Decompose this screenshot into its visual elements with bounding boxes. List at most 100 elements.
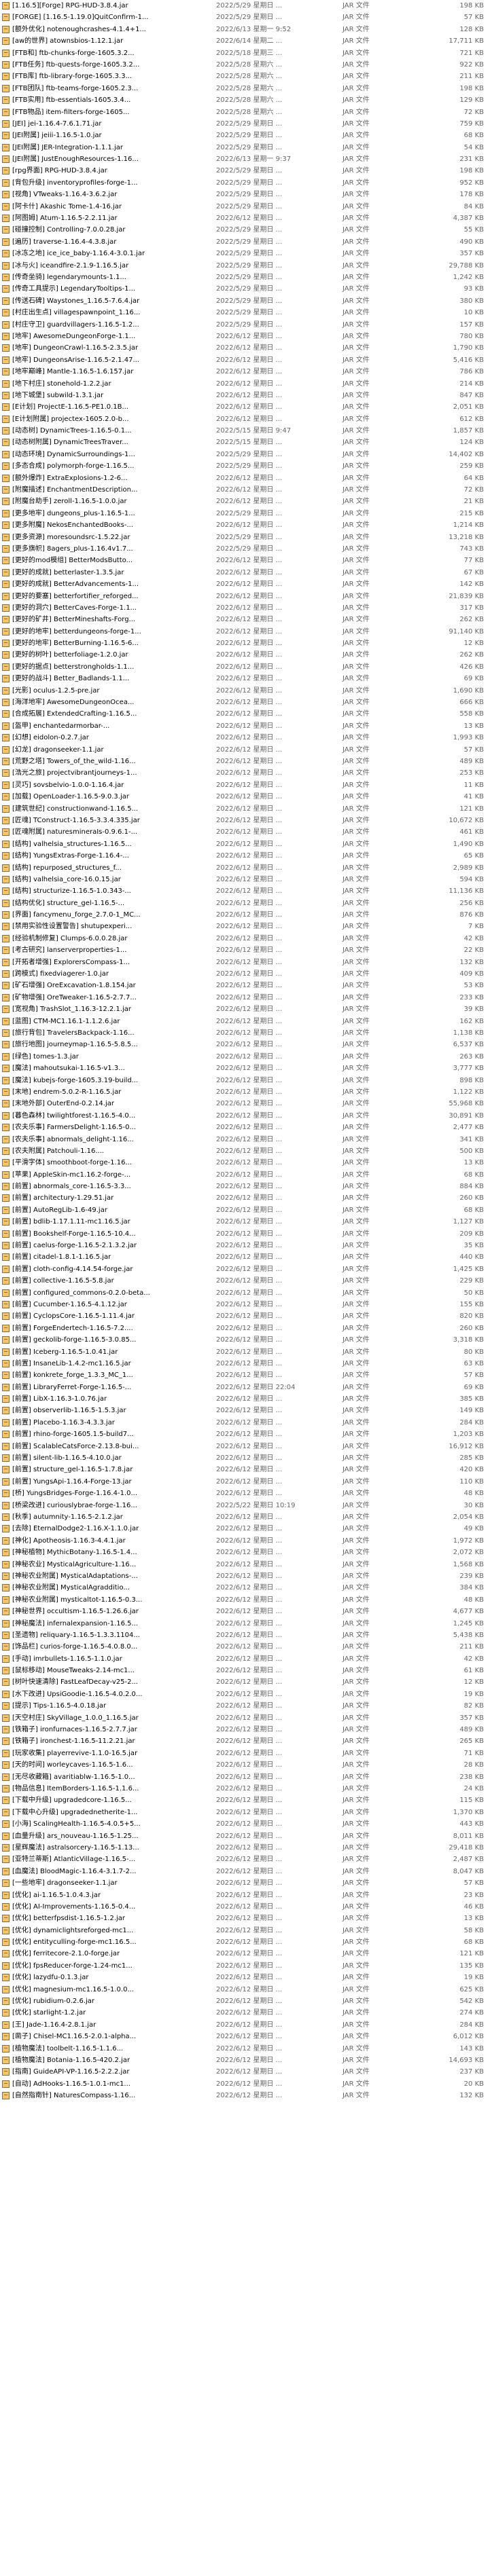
file-row[interactable]: [开拓者增强] ExplorersCompass-1... 2022/6/12 星… bbox=[0, 957, 492, 968]
file-row[interactable]: [神秘魔法] infernalexpansion-1.16.5... 2022/6… bbox=[0, 1618, 492, 1630]
file-row[interactable]: [神秘农业附属] mysticaltot-1.16.5-0.3... 2022/6… bbox=[0, 1594, 492, 1606]
file-row[interactable]: [玩家收集] playerrevive-1.1.0-16.5.jar 2022/6… bbox=[0, 1748, 492, 1759]
file-row[interactable]: [提示] Tips-1.16.5-4.0.18.jar 2022/6/12 星期日… bbox=[0, 1700, 492, 1712]
file-row[interactable]: [JEI] jei-1.16.4-7.6.1.71.jar 2022/5/29 星… bbox=[0, 118, 492, 130]
file-row[interactable]: [前置] Iceberg-1.16.5-1.0.41.jar 2022/6/12 … bbox=[0, 1346, 492, 1358]
file-row[interactable]: [魔法] kubejs-forge-1605.3.19-build... 2022… bbox=[0, 1075, 492, 1086]
file-row[interactable]: [额外优化] notenoughcrashes-4.1.4+1... 2022/6… bbox=[0, 24, 492, 35]
file-row[interactable]: [匠魂附属] naturesmineraIs-0.9.6.1-... 2022/6… bbox=[0, 826, 492, 838]
file-row[interactable]: [视角] VTweaks-1.16.4-3.6.2.jar 2022/5/29 星… bbox=[0, 189, 492, 200]
file-row[interactable]: [额外爆炸] ExtraExplosions-1.2-6... 2022/6/12… bbox=[0, 473, 492, 484]
file-row[interactable]: [结构] repurposed_structures_f... 2022/6/12… bbox=[0, 862, 492, 874]
file-row[interactable]: [背包升级] inventoryprofiles-forge-1... 2022/… bbox=[0, 177, 492, 189]
file-row[interactable]: [铁箱子] ironchest-1.16.5-11.2.21.jar 2022/6… bbox=[0, 1735, 492, 1747]
file-row[interactable]: [更好的据点] betterstrongholds-1.1... 2022/6/1… bbox=[0, 661, 492, 673]
file-row[interactable]: [前置] ForgeEndertech-1.16.5-7.2.... 2022/6… bbox=[0, 1323, 492, 1334]
file-row[interactable]: [FTB实用] ftb-essentials-1605.3.4... 2022/5… bbox=[0, 94, 492, 106]
file-row[interactable]: [结构] valhelsia_structures-1.16.5... 2022/… bbox=[0, 839, 492, 850]
file-row[interactable]: [动态树] DynamicTrees-1.16.5-0.1... 2022/5/1… bbox=[0, 425, 492, 437]
file-row[interactable]: [匠魂] TConstruct-1.16.5-3.3.4.335.jar 2022… bbox=[0, 815, 492, 826]
file-row[interactable]: [亚特兰蒂斯] AtlanticVillage-1.16.5-... 2022/6… bbox=[0, 1854, 492, 1865]
file-row[interactable]: [前置] AutoRegLib-1.6-49.jar 2022/6/12 星期日 … bbox=[0, 1204, 492, 1216]
file-row[interactable]: [优化] ferritecore-2.1.0-forge.jar 2022/6/1… bbox=[0, 1948, 492, 1959]
file-row[interactable]: [冰冻之地] ice_ice_baby-1.16.4-3.0.1.jar 2022… bbox=[0, 248, 492, 259]
file-row[interactable]: [自然指南针] NaturesCompass-1.16... 2022/6/12 … bbox=[0, 2090, 492, 2101]
file-row[interactable]: [王] Jade-1.16.4-2.8.1.jar 2022/6/12 星期日 .… bbox=[0, 2019, 492, 2031]
file-row[interactable]: [下载中心升级] upgradednetherite-1... 2022/6/12… bbox=[0, 1807, 492, 1818]
file-row[interactable]: [蓝图] CTM-MC1.16.1-1.1.2.6.jar 2022/6/12 星… bbox=[0, 1016, 492, 1027]
file-row[interactable]: [冰与火] iceandfire-2.1.9-1.16.5.jar 2022/5/… bbox=[0, 260, 492, 272]
file-row[interactable]: [圣遗物] reliquary-1.16.5-1.3.3.1104... 2022… bbox=[0, 1630, 492, 1641]
file-row[interactable]: [更好的成就] BetterAdvancements-1... 2022/6/12… bbox=[0, 578, 492, 590]
file-row[interactable]: [加载] OpenLoader-1.16.5-9.0.3.jar 2022/6/1… bbox=[0, 791, 492, 803]
file-row[interactable]: [FTB和] ftb-chunks-forge-1605.3.2... 2022/… bbox=[0, 48, 492, 59]
file-row[interactable]: [rpg界面] RPG-HUD-3.8.4.jar 2022/5/29 星期日 .… bbox=[0, 165, 492, 177]
file-row[interactable]: [结构] structurize-1.16.5-1.0.343-... 2022/… bbox=[0, 885, 492, 897]
file-row[interactable]: [村庄出生点] villagespawnpoint_1.16... 2022/5/… bbox=[0, 307, 492, 318]
file-row[interactable]: [农夫附属] Patchouli-1.16.... 2022/6/12 星期日 .… bbox=[0, 1145, 492, 1157]
file-row[interactable]: [E计划] ProjectE-1.16.5-PE1.0.1B... 2022/6/… bbox=[0, 401, 492, 413]
file-row[interactable]: [前置] configured_commons-0.2.0-beta... 202… bbox=[0, 1287, 492, 1299]
file-row[interactable]: [附魔描述] EnchantmentDescription... 2022/6/1… bbox=[0, 484, 492, 496]
file-row[interactable]: [禁用实验性设置警告] shutupexperi... 2022/6/12 星期日… bbox=[0, 921, 492, 932]
file-row[interactable]: [界面] fancymenu_forge_2.7.0-1_MC... 2022/6… bbox=[0, 909, 492, 921]
file-row[interactable]: [前置] bdlib-1.17.1.11-mc1.16.5.jar 2022/6/… bbox=[0, 1216, 492, 1228]
file-row[interactable]: [浩光之旅] projectvibrantjourneys-1... 2022/6… bbox=[0, 767, 492, 779]
file-row[interactable]: [树叶快速清除] FastLeafDecay-v25-2... 2022/6/12… bbox=[0, 1676, 492, 1688]
file-row[interactable]: [前置] LibraryFerret-Forge-1.16.5-... 2022/… bbox=[0, 1382, 492, 1393]
file-row[interactable]: [荒野之塔] Towers_of_the_wild-1.16... 2022/6/… bbox=[0, 756, 492, 767]
file-row[interactable]: [自动] AdHooks-1.16.5-1.0.1-mc1... 2022/6/1… bbox=[0, 2078, 492, 2090]
file-row[interactable]: [合成拓展] ExtendedCrafting-1.16.5... 2022/6/… bbox=[0, 708, 492, 720]
file-row[interactable]: [JEI附属] JustEnoughResources-1.16... 2022/… bbox=[0, 153, 492, 165]
file-row[interactable]: [优化] ai-1.16.5-1.0.4.3.jar 2022/6/12 星期日 … bbox=[0, 1890, 492, 1901]
file-row[interactable]: [神秘农业附属] MysticalAdaptations-... 2022/6/1… bbox=[0, 1570, 492, 1582]
file-row[interactable]: [神秘世界] occultism-1.16.5-1.26.6.jar 2022/6… bbox=[0, 1606, 492, 1617]
file-row[interactable]: [前置] collective-1.16.5-5.8.jar 2022/6/12 … bbox=[0, 1275, 492, 1287]
file-row[interactable]: [矿物增强] OreTweaker-1.16.5-2.7.7... 2022/6/… bbox=[0, 992, 492, 1004]
file-row[interactable]: [结构] valhelsia_core-16.0.15.jar 2022/6/12… bbox=[0, 874, 492, 885]
file-row[interactable]: [优化] AI-Improvements-1.16.5-0.4... 2022/6… bbox=[0, 1901, 492, 1913]
file-row[interactable]: [更好的要塞] betterfortifier_reforged... 2022/… bbox=[0, 591, 492, 602]
file-row[interactable]: [农夫乐事] FarmersDelight-1.16.5-0... 2022/6/… bbox=[0, 1122, 492, 1133]
file-row[interactable]: [桥] YungsBridges-Forge-1.16.4-1.0... 2022… bbox=[0, 1488, 492, 1499]
file-row[interactable]: [宽视角] TrashSlot_1.16.3-12.2.1.jar 2022/6/… bbox=[0, 1004, 492, 1015]
file-row[interactable]: [传奇工具提示] LegendaryTooltips-1... 2022/5/29… bbox=[0, 283, 492, 295]
file-row[interactable]: [更好的战斗] Better_Badlands-1.1... 2022/6/12 … bbox=[0, 673, 492, 684]
file-row[interactable]: [灵巧] sovsbelvio-1.0.0-1.16.4.jar 2022/6/1… bbox=[0, 779, 492, 791]
file-row[interactable]: [前置] citadel-1.8.1-1.16.5.jar 2022/6/12 星… bbox=[0, 1251, 492, 1263]
file-row[interactable]: [去除] EternalDodge2-1.16.X-1.1.0.jar 2022/… bbox=[0, 1523, 492, 1534]
file-row[interactable]: [前置] rhino-forge-1605.1.5-build7... 2022/… bbox=[0, 1429, 492, 1440]
file-row[interactable]: [碰撞控制] Controlling-7.0.0.28.jar 2022/5/29… bbox=[0, 224, 492, 236]
file-row[interactable]: [传奇坐骑] legendarymounts-1.1... 2022/5/29 星… bbox=[0, 272, 492, 283]
file-row[interactable]: [农夫乐事] abnormals_delight-1.16... 2022/6/1… bbox=[0, 1134, 492, 1145]
file-row[interactable]: [阿卡什] Akashic Tome-1.4-16.jar 2022/5/29 星… bbox=[0, 201, 492, 213]
file-row[interactable]: [前置] cloth-config-4.14.54-forge.jar 2022/… bbox=[0, 1264, 492, 1275]
file-row[interactable]: [饰品栏] curios-forge-1.16.5-4.0.8.0... 2022… bbox=[0, 1641, 492, 1653]
file-row[interactable]: [FTB物品] item-filters-forge-1605... 2022/5… bbox=[0, 107, 492, 118]
file-row[interactable]: [绿色] tomes-1.3.jar 2022/6/12 星期日 ... JAR 文… bbox=[0, 1051, 492, 1063]
file-row[interactable]: [前置] InsaneLib-1.4.2-mc1.16.5.jar 2022/6/… bbox=[0, 1358, 492, 1369]
file-row[interactable]: [平滑字体] smoothboot-forge-1.16... 2022/6/12… bbox=[0, 1157, 492, 1169]
file-row[interactable]: [优化] rubidium-0.2.6.jar 2022/6/12 星期日 ...… bbox=[0, 1995, 492, 2007]
file-row[interactable]: [凿子] Chisel-MC1.16.5-2.0.1-alpha... 2022/… bbox=[0, 2031, 492, 2042]
file-row[interactable]: [多态合成] polymorph-forge-1.16.5... 2022/5/2… bbox=[0, 460, 492, 472]
file-row[interactable]: [前置] observerlib-1.16.5-1.5.3.jar 2022/6/… bbox=[0, 1405, 492, 1416]
file-row[interactable]: [手动] imrbullets-1.16.5-1.1.0.jar 2022/6/1… bbox=[0, 1653, 492, 1665]
file-row[interactable]: [地牢] DungeonCrawl-1.16.5-2.3.5.jar 2022/6… bbox=[0, 342, 492, 354]
file-row[interactable]: [神秘农业附属] MysticalAgradditio... 2022/6/12 … bbox=[0, 1582, 492, 1594]
file-row[interactable]: [旅行地图] journeymap-1.16.5-5.8.5... 2022/6/… bbox=[0, 1039, 492, 1050]
file-row[interactable]: [植物魔法] toolbelt-1.16.5-1.1.6... 2022/6/12… bbox=[0, 2043, 492, 2055]
file-row[interactable]: [优化] betterfpsdist-1.16.5-1.2.jar 2022/6/… bbox=[0, 1913, 492, 1924]
file-row[interactable]: [幻龙] dragonseeker-1.1.jar 2022/6/12 星期日 .… bbox=[0, 744, 492, 756]
file-row[interactable]: [前置] konkrete_forge_1.3.3_MC_1... 2022/6/… bbox=[0, 1369, 492, 1381]
file-row[interactable]: [FTB团队] ftb-teams-forge-1605.2.3... 2022/… bbox=[0, 83, 492, 94]
file-row[interactable]: [遍历] traverse-1.16.4-4.3.8.jar 2022/5/29 … bbox=[0, 236, 492, 248]
file-row[interactable]: [FORGE] [1.16.5-1.19.0]QuitConfirm-1... 2… bbox=[0, 12, 492, 23]
file-row[interactable]: [物品信息] ItemBorders-1.16.5-1.1.6... 2022/6… bbox=[0, 1783, 492, 1795]
file-row[interactable]: [血量升级] ars_nouveau-1.16.5-1.25... 2022/6/… bbox=[0, 1830, 492, 1842]
file-row[interactable]: [经验机制修复] Clumps-6.0.0.28.jar 2022/6/12 星期… bbox=[0, 933, 492, 944]
file-row[interactable]: [苹果] AppleSkin-mc1.16.2-forge-... 2022/6/… bbox=[0, 1169, 492, 1181]
file-row[interactable]: [地牢] DungeonsArise-1.16.5-2.1.47... 2022/… bbox=[0, 354, 492, 366]
file-row[interactable]: [跨模式] fixedviagerer-1.0.jar 2022/6/12 星期日… bbox=[0, 968, 492, 980]
file-row[interactable]: [无尽收藏箱] avaritiablw-1.16.5-1.0... 2022/6/… bbox=[0, 1771, 492, 1783]
